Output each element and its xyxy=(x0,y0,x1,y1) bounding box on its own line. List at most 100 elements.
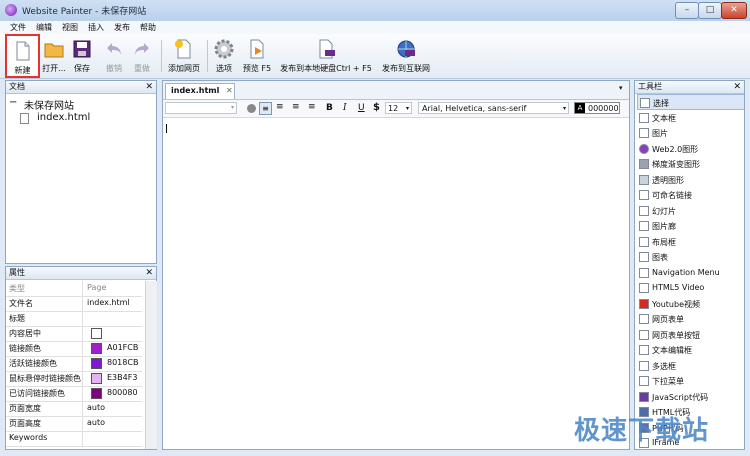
undo-button[interactable]: 撤销 xyxy=(100,34,128,78)
property-key: 活跃链接颜色 xyxy=(9,359,57,368)
redo-button[interactable]: 重做 xyxy=(128,34,156,78)
publish-local-button[interactable]: 发布到本地硬盘Ctrl + F5 xyxy=(277,34,375,78)
color-swatch[interactable] xyxy=(91,388,102,399)
property-scrollbar[interactable] xyxy=(145,281,157,449)
menu-insert[interactable]: 插入 xyxy=(88,21,104,34)
property-value[interactable]: auto xyxy=(82,401,143,416)
property-row[interactable]: Keywords xyxy=(6,431,142,447)
toolbox-close-icon[interactable]: ✕ xyxy=(733,81,741,93)
toolbox-item-nav-menu[interactable]: Navigation Menu xyxy=(637,265,744,281)
tab-menu-icon[interactable]: ▾ xyxy=(619,84,623,92)
toolbox-item-textarea[interactable]: 文本编辑框 xyxy=(637,342,744,358)
document-panel-close-icon[interactable]: ✕ xyxy=(145,81,153,93)
toolbox-item-anchor[interactable]: 可命名链接 xyxy=(637,187,744,203)
bold-icon[interactable]: B xyxy=(326,103,333,113)
toolbox-item-image[interactable]: 图片 xyxy=(637,125,744,141)
property-row[interactable]: 文件名 index.html xyxy=(6,296,142,312)
toolbox-item-transparent-shape[interactable]: 透明图形 xyxy=(637,172,744,188)
toolbox-item-video[interactable]: HTML5 Video xyxy=(637,280,744,296)
minus-expander-icon[interactable]: − xyxy=(9,97,17,108)
tab-index-html[interactable]: index.html ✕ xyxy=(165,83,235,99)
property-row[interactable]: 页面高度 auto xyxy=(6,416,142,432)
menu-edit[interactable]: 编辑 xyxy=(36,21,52,34)
property-value[interactable]: index.html xyxy=(82,296,143,311)
toolbox-item-cursor[interactable]: 选择 xyxy=(637,94,744,110)
property-row[interactable]: 类型 Page xyxy=(6,281,142,297)
save-button[interactable]: 保存 xyxy=(68,34,96,78)
italic-icon[interactable]: I xyxy=(343,103,347,113)
color-swatch[interactable] xyxy=(91,358,102,369)
menu-file[interactable]: 文件 xyxy=(10,21,26,34)
bullet-icon[interactable] xyxy=(247,104,256,113)
justify-icon[interactable]: ≡ xyxy=(308,102,316,112)
toolbox-item-slideshow[interactable]: 幻灯片 xyxy=(637,203,744,219)
property-value[interactable]: auto xyxy=(82,416,143,431)
property-row[interactable]: 活跃链接颜色 8018CB xyxy=(6,356,142,372)
toolbox-item-form[interactable]: 网页表单 xyxy=(637,311,744,327)
menu-publish[interactable]: 发布 xyxy=(114,21,130,34)
toolbox-item-label: 幻灯片 xyxy=(652,206,676,216)
publish-web-button[interactable]: 发布到互联网 xyxy=(378,34,434,78)
property-row[interactable]: 标题 xyxy=(6,311,142,327)
toolbox-item-label: 文本编辑框 xyxy=(652,346,692,355)
minimize-button[interactable]: – xyxy=(675,2,699,19)
layout-box-icon xyxy=(639,236,649,247)
toolbox-item-dropdown[interactable]: 下拉菜单 xyxy=(637,373,744,389)
style-select[interactable]: ▾ xyxy=(165,102,237,114)
properties-panel-close-icon[interactable]: ✕ xyxy=(145,267,153,279)
toolbox-item-form-button[interactable]: 网页表单按钮 xyxy=(637,327,744,343)
property-value[interactable] xyxy=(82,326,143,341)
toolbox-panel: 工具栏 ✕ 选择 文本框 图片 Web2.0图形 梯度渐变图形 透明图形 可命名链接幻灯片图… xyxy=(634,80,745,450)
align-center-icon[interactable]: ≡ xyxy=(276,102,284,112)
toolbox-item-text[interactable]: 文本框 xyxy=(637,110,744,126)
property-row[interactable]: 内容居中 xyxy=(6,326,142,342)
menu-help[interactable]: 帮助 xyxy=(140,21,156,34)
property-value[interactable]: 8018CB xyxy=(82,356,143,371)
toolbox-item-layout-box[interactable]: 布局框 xyxy=(637,234,744,250)
property-value[interactable]: Page xyxy=(82,281,143,296)
new-button[interactable]: 新建 xyxy=(5,34,40,78)
page-tree-node[interactable]: index.html xyxy=(20,112,150,126)
options-button[interactable]: 选项 xyxy=(211,34,237,78)
toolbox-item-javascript[interactable]: JavaScript代码 xyxy=(637,389,744,405)
toolbox-item-gradient-shape[interactable]: 梯度渐变图形 xyxy=(637,156,744,172)
new-page-icon xyxy=(16,41,29,61)
font-family-select[interactable]: Arial, Helvetica, sans-serif ▾ xyxy=(418,102,569,114)
tab-close-icon[interactable]: ✕ xyxy=(226,86,233,95)
center-content-checkbox[interactable] xyxy=(91,328,102,339)
toolbox-item-youtube[interactable]: Youtube视频 xyxy=(637,296,744,312)
align-left-icon[interactable]: ≡ xyxy=(259,102,272,115)
underline-icon[interactable]: U xyxy=(358,103,365,113)
video-icon xyxy=(639,283,649,293)
preview-button[interactable]: 预览 F5 xyxy=(240,34,274,78)
property-key: 链接颜色 xyxy=(9,344,41,353)
javascript-icon xyxy=(639,391,649,402)
property-value[interactable]: 800080 xyxy=(82,386,143,401)
toolbox-header: 工具栏 ✕ xyxy=(635,81,744,94)
toolbox-item-table[interactable]: 图表 xyxy=(637,249,744,265)
property-value[interactable]: E3B4F3 xyxy=(82,371,143,386)
property-row[interactable]: 页面宽度 auto xyxy=(6,401,142,417)
property-value[interactable] xyxy=(82,311,143,326)
property-value[interactable]: A01FCB xyxy=(82,341,143,356)
property-value[interactable] xyxy=(82,431,143,446)
menu-view[interactable]: 视图 xyxy=(62,21,78,34)
color-swatch[interactable] xyxy=(91,343,102,354)
font-size-select[interactable]: 12 ▾ xyxy=(385,102,412,114)
editor-canvas[interactable] xyxy=(163,118,629,449)
text-color-picker[interactable]: A 000000 xyxy=(574,102,620,114)
maximize-button[interactable]: □ xyxy=(698,2,722,19)
property-row[interactable]: 已访问链接颜色 800080 xyxy=(6,386,142,402)
close-button[interactable]: ✕ xyxy=(721,2,747,19)
site-tree-node[interactable]: − 未保存网站 xyxy=(9,97,149,112)
align-right-icon[interactable]: ≡ xyxy=(292,102,300,112)
open-button[interactable]: 打开... xyxy=(40,34,68,78)
toolbox-item-checkbox[interactable]: 多选框 xyxy=(637,358,744,374)
color-swatch[interactable] xyxy=(91,373,102,384)
toolbox-item-web20-shape[interactable]: Web2.0图形 xyxy=(637,141,744,157)
toolbox-item-gallery[interactable]: 图片廊 xyxy=(637,218,744,234)
property-row[interactable]: 链接颜色 A01FCB xyxy=(6,341,142,357)
add-page-button[interactable]: 添加网页 xyxy=(165,34,203,78)
property-row[interactable]: 鼠标悬停时链接颜色 E3B4F3 xyxy=(6,371,142,387)
dollar-icon[interactable]: $ xyxy=(373,102,380,113)
